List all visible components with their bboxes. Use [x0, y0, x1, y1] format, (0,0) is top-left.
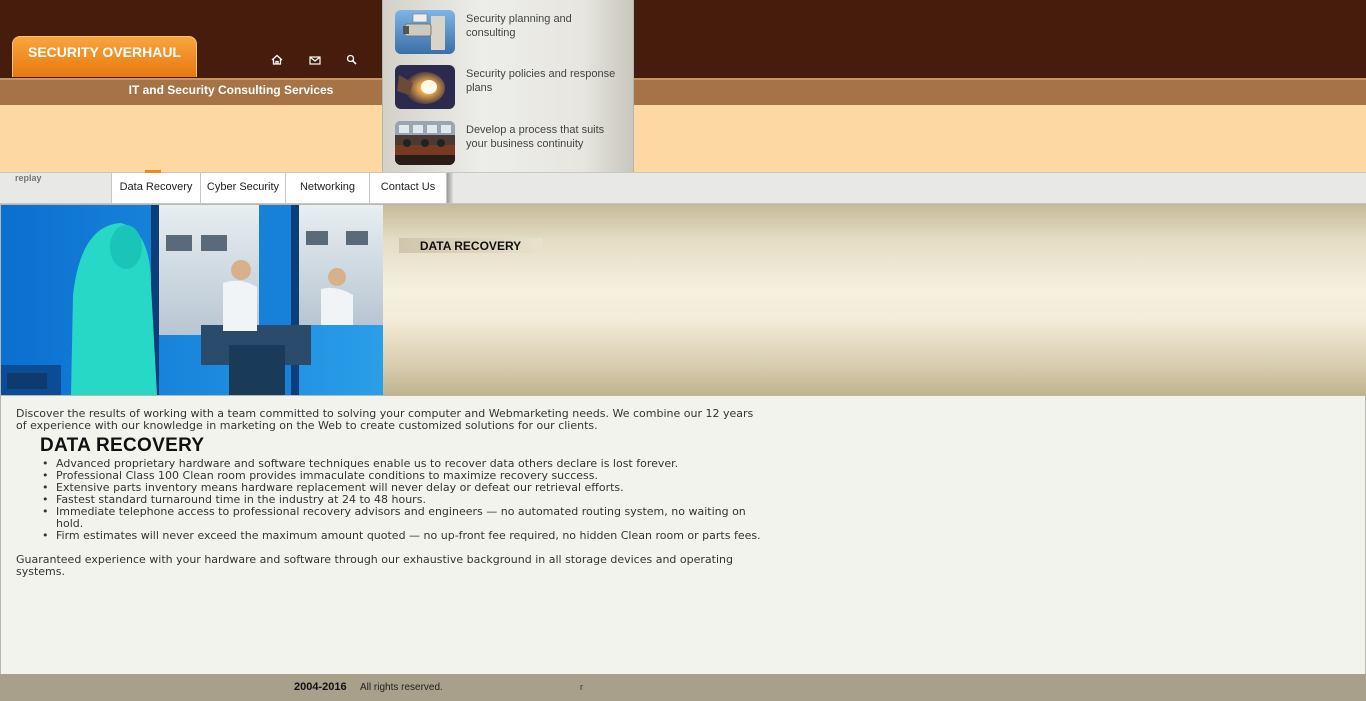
- dropdown-item-planning[interactable]: Security planning and consulting: [395, 10, 625, 58]
- site-logo[interactable]: SECURITY OVERHAUL: [12, 36, 197, 77]
- footer: [0, 674, 1366, 701]
- dropdown-item-continuity[interactable]: Develop a process that suits your busine…: [395, 121, 625, 169]
- control-room-image: [395, 121, 455, 165]
- dropdown-item-policies[interactable]: Security policies and response plans: [395, 65, 625, 113]
- security-camera-image: [395, 10, 455, 54]
- copyright-years: 2004-2016: [294, 681, 347, 693]
- page: SECURITY OVERHAUL IT and Security Consul…: [0, 0, 1366, 701]
- search-icon[interactable]: [344, 52, 360, 68]
- nav-networking[interactable]: Networking: [285, 173, 370, 203]
- lab-technicians-image: [1, 205, 383, 395]
- hero-banner: [383, 205, 1366, 395]
- nav-cyber-security[interactable]: Cyber Security: [200, 173, 286, 203]
- dropdown-item-label: Develop a process that suits your busine…: [466, 124, 605, 150]
- list-item: Firm estimates will never exceed the max…: [42, 530, 761, 543]
- footer-mark: r: [580, 682, 583, 692]
- intro-paragraph: Discover the results of working with a t…: [16, 407, 754, 432]
- nav-divider: [447, 173, 453, 203]
- page-title: DATA RECOVERY: [40, 435, 205, 456]
- closing-paragraph: Guaranteed experience with your hardware…: [16, 553, 733, 578]
- header-banner: [0, 0, 1366, 78]
- feature-list: Advanced proprietary hardware and softwa…: [42, 458, 761, 543]
- replay-link[interactable]: replay: [15, 173, 42, 183]
- dropdown-item-label: Security planning and consulting: [466, 13, 572, 39]
- dropdown-item-label: Security policies and response plans: [466, 68, 616, 94]
- nav-contact-us[interactable]: Contact Us: [369, 173, 447, 203]
- peach-band: [0, 105, 1366, 173]
- mail-icon[interactable]: [307, 52, 323, 68]
- home-icon[interactable]: [269, 52, 285, 68]
- flashlight-image: [395, 65, 455, 109]
- tagline-bar-highlight: [0, 78, 1366, 80]
- nav-data-recovery[interactable]: Data Recovery: [111, 173, 201, 203]
- hero-title: DATA RECOVERY: [399, 238, 542, 253]
- tagline: IT and Security Consulting Services: [128, 83, 334, 97]
- copyright-text: All rights reserved.: [360, 682, 443, 693]
- article: Discover the results of working with a t…: [16, 408, 761, 578]
- list-item: Immediate telephone access to profession…: [42, 506, 761, 530]
- services-dropdown: Security planning and consulting Securit…: [382, 0, 634, 173]
